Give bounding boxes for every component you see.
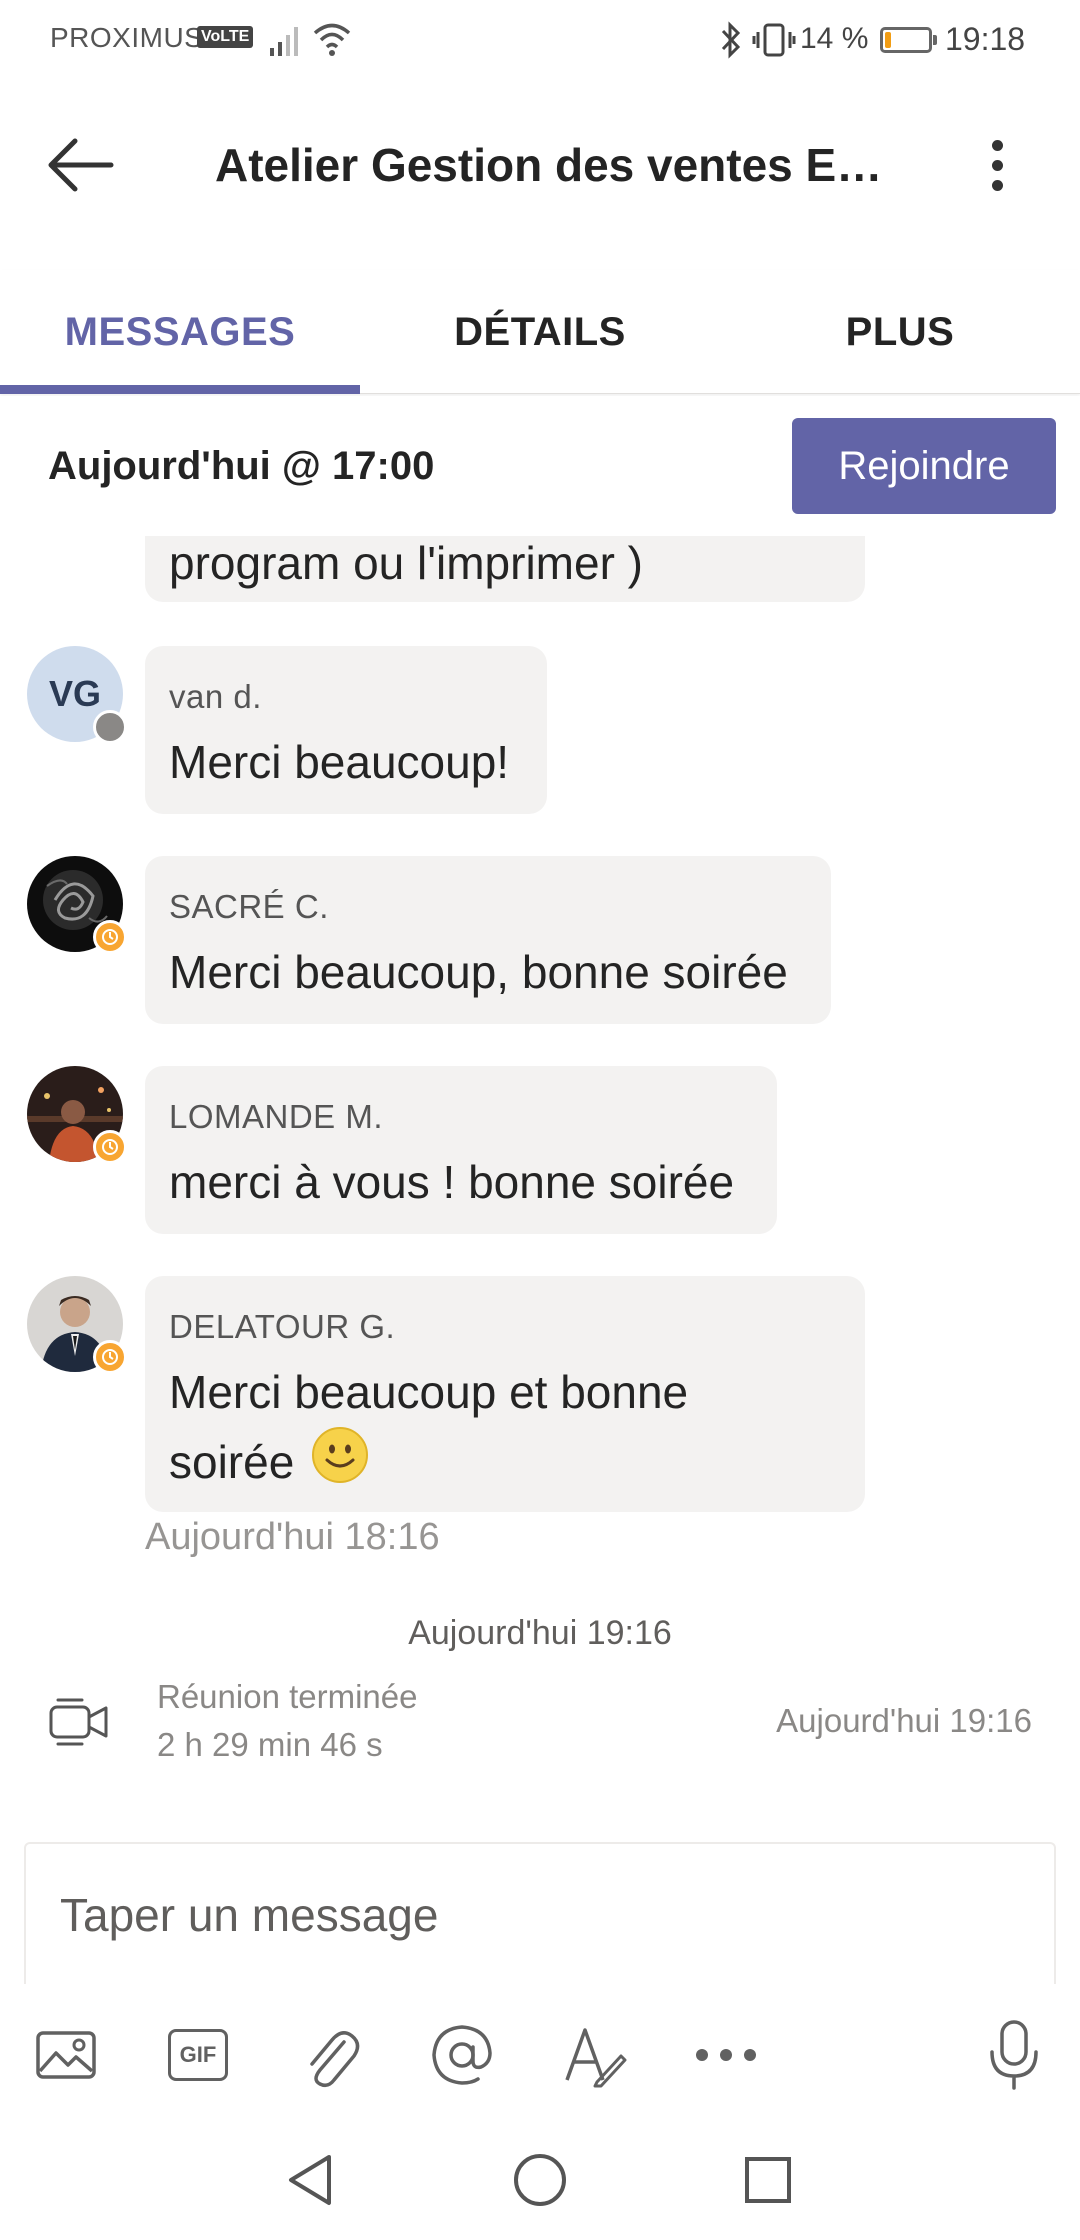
message-bubble-partial: program ou l'imprimer ): [145, 536, 865, 602]
nav-home-button[interactable]: [500, 2140, 580, 2220]
nav-back-button[interactable]: [270, 2140, 350, 2220]
mention-button[interactable]: [422, 2015, 502, 2095]
avatar[interactable]: [27, 1276, 127, 1374]
tab-messages[interactable]: MESSAGES: [0, 270, 360, 394]
avatar[interactable]: [27, 856, 127, 954]
circle-home-icon: [514, 2154, 566, 2206]
format-button[interactable]: [554, 2015, 634, 2095]
attach-icon: [310, 2031, 360, 2088]
meeting-ended-title: Réunion terminée: [157, 1678, 418, 1715]
message-text: Merci beaucoup et bonne soirée: [169, 1366, 689, 1488]
battery-percent: 14 %: [800, 22, 869, 55]
battery-icon: [880, 27, 937, 53]
message-text: Merci beaucoup, bonne soirée: [169, 946, 788, 998]
microphone-button[interactable]: [974, 2015, 1054, 2095]
image-button[interactable]: [26, 2015, 106, 2095]
message-author: van d.: [169, 678, 262, 715]
clock: 19:18: [945, 21, 1026, 57]
attach-button[interactable]: [290, 2015, 370, 2095]
page-title: Atelier Gestion des ventes Ep…: [215, 139, 895, 191]
mention-icon: [432, 2025, 492, 2085]
app-header: Atelier Gestion des ventes Ep…: [0, 80, 1080, 250]
wifi-icon: [313, 23, 351, 56]
triangle-back-icon: [289, 2155, 331, 2205]
image-icon: [36, 2031, 96, 2079]
join-button[interactable]: Rejoindre: [792, 418, 1056, 514]
volte-badge: VoLTE: [197, 26, 254, 48]
avatar[interactable]: VG: [27, 646, 127, 744]
message-bubble[interactable]: DELATOUR G. Merci beaucoup et bonne soir…: [145, 1276, 865, 1512]
active-tab-indicator: [0, 385, 360, 394]
avatar[interactable]: [27, 1066, 127, 1164]
microphone-icon: [990, 2020, 1038, 2090]
compose-toolbar: GIF: [0, 2005, 1080, 2105]
arrow-left-icon: [48, 138, 114, 192]
message-text: merci à vous ! bonne soirée: [169, 1156, 735, 1208]
presence-offline-icon: [93, 710, 127, 744]
message-text: Merci beaucoup!: [169, 736, 510, 788]
meeting-ended-time: Aujourd'hui 19:16: [776, 1702, 1032, 1739]
message-bubble[interactable]: van d. Merci beaucoup!: [145, 646, 547, 814]
status-bar: PROXIMUS. VoLTE 14 % 19:18: [0, 0, 1080, 80]
meeting-banner: Aujourd'hui @ 17:00 Rejoindre: [0, 396, 1080, 536]
tab-more[interactable]: PLUS: [720, 270, 1080, 394]
smile-emoji-icon: [312, 1427, 369, 1483]
gif-icon: GIF: [168, 2029, 228, 2081]
presence-away-icon: [93, 920, 127, 954]
compose-box: [24, 1842, 1056, 1984]
message-timestamp: Aujourd'hui 18:16: [145, 1516, 440, 1558]
carrier-name: PROXIMUS.: [50, 22, 212, 53]
meeting-time: Aujourd'hui @ 17:00: [48, 444, 435, 488]
message-author: DELATOUR G.: [169, 1308, 396, 1345]
gif-button[interactable]: GIF: [158, 2015, 238, 2095]
more-vertical-icon: [992, 139, 1003, 151]
date-divider: Aujourd'hui 19:16: [408, 1614, 672, 1652]
meeting-duration: 2 h 29 min 46 s: [157, 1726, 383, 1763]
presence-away-icon: [93, 1340, 127, 1374]
more-actions-button[interactable]: [686, 2015, 766, 2095]
meeting-ended-event[interactable]: Réunion terminée 2 h 29 min 46 s Aujourd…: [0, 1670, 1080, 1780]
more-horizontal-icon: [696, 2049, 756, 2061]
message-list[interactable]: program ou l'imprimer ) VG van d. Merci …: [0, 536, 1080, 1836]
message-author: LOMANDE M.: [169, 1098, 384, 1135]
bluetooth-icon: [721, 21, 741, 59]
signal-icon: [270, 27, 298, 56]
message-author: SACRÉ C.: [169, 888, 329, 925]
more-options-button[interactable]: [975, 130, 1020, 200]
tab-bar: MESSAGES DÉTAILS PLUS: [0, 270, 1080, 394]
square-recents-icon: [745, 2157, 791, 2203]
message-bubble[interactable]: LOMANDE M. merci à vous ! bonne soirée: [145, 1066, 777, 1234]
video-camera-icon: [49, 1698, 108, 1746]
format-icon: [565, 2028, 627, 2088]
tab-details[interactable]: DÉTAILS: [360, 270, 720, 394]
system-nav-bar: [0, 2120, 1080, 2240]
back-button[interactable]: [40, 130, 120, 200]
vibrate-icon: [752, 23, 796, 57]
nav-recents-button[interactable]: [728, 2140, 808, 2220]
message-text: program ou l'imprimer ): [169, 537, 643, 589]
message-bubble[interactable]: SACRÉ C. Merci beaucoup, bonne soirée: [145, 856, 831, 1024]
message-input[interactable]: [60, 1884, 1000, 1946]
presence-away-icon: [93, 1130, 127, 1164]
